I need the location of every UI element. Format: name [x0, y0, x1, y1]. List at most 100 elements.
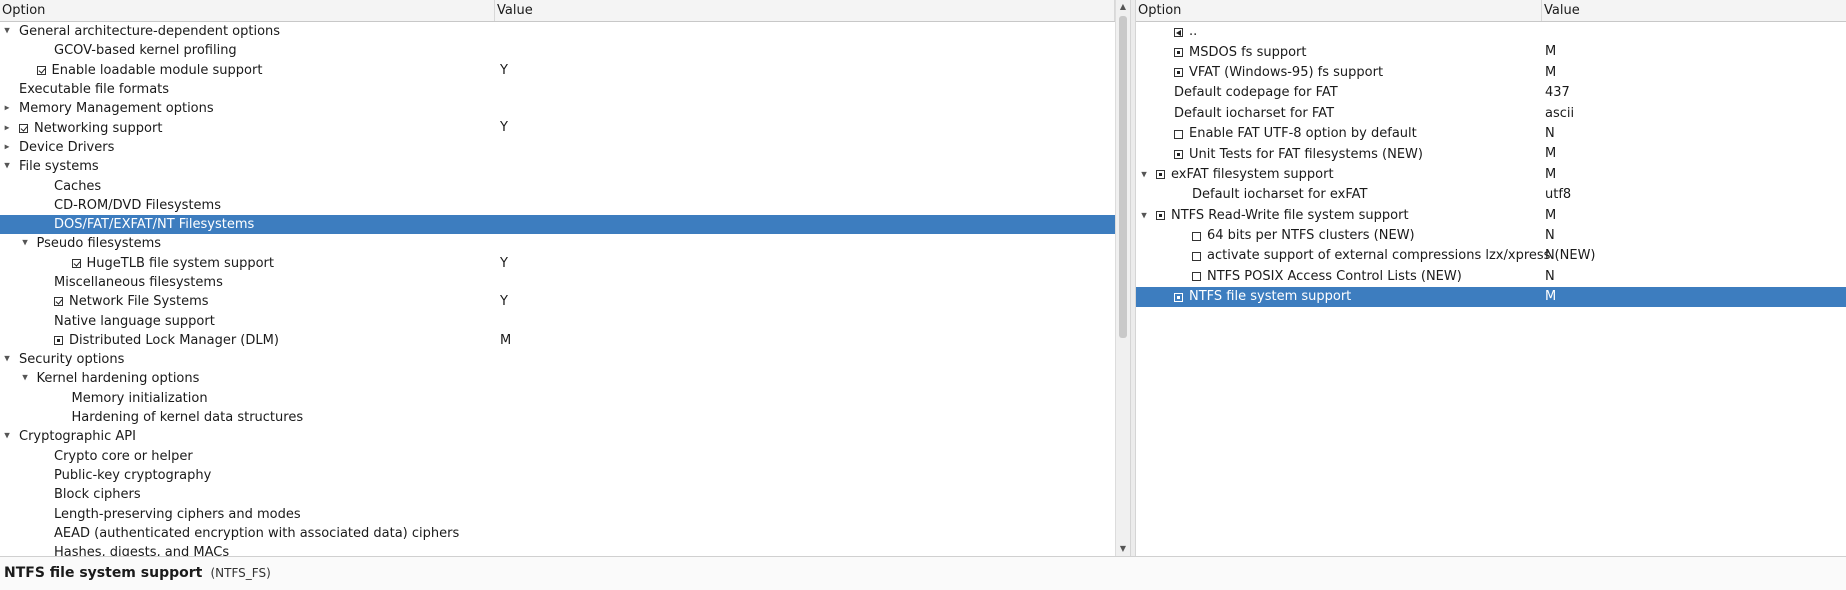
module-tristate-icon[interactable]	[1174, 48, 1183, 58]
checkbox-empty-icon[interactable]	[1192, 272, 1201, 282]
tree-row[interactable]: ▼ Security options	[0, 350, 1115, 369]
value-cell[interactable]: M	[1545, 206, 1556, 226]
module-tristate-icon[interactable]	[54, 335, 63, 345]
list-row[interactable]: ..	[1136, 22, 1846, 42]
checkbox-empty-icon[interactable]	[1192, 251, 1201, 261]
tree-row[interactable]: Caches	[0, 176, 1115, 195]
module-tristate-icon[interactable]	[1156, 170, 1165, 180]
value-cell[interactable]: M	[1545, 63, 1556, 83]
tree-row[interactable]: ▶ Device Drivers	[0, 138, 1115, 157]
value-cell[interactable]: utf8	[1545, 185, 1571, 205]
tree-row[interactable]: Hardening of kernel data structures	[0, 408, 1115, 427]
value-cell[interactable]: N	[1545, 226, 1555, 246]
value-cell[interactable]: M	[1545, 287, 1556, 307]
value-cell[interactable]: 437	[1545, 83, 1570, 103]
tree-row[interactable]: CD-ROM/DVD Filesystems	[0, 196, 1115, 215]
list-row[interactable]: 64 bits per NTFS clusters (NEW) N	[1136, 226, 1846, 246]
collapse-arrow-icon[interactable]: ▶	[3, 141, 11, 154]
list-row[interactable]: Enable FAT UTF-8 option by default N	[1136, 124, 1846, 144]
value-cell[interactable]: Y	[500, 292, 508, 311]
expand-arrow-icon[interactable]: ▼	[2, 159, 12, 174]
value-cell[interactable]: Y	[500, 61, 508, 80]
list-row[interactable]: ▼ exFAT filesystem support M	[1136, 165, 1846, 185]
tree-row[interactable]: Memory initialization	[0, 389, 1115, 408]
option-column-header[interactable]: Option	[0, 0, 495, 21]
expand-arrow-icon[interactable]: ▼	[1139, 208, 1149, 224]
tree-row[interactable]: Block ciphers	[0, 485, 1115, 504]
expand-arrow-icon[interactable]: ▼	[20, 236, 30, 251]
option-column-header[interactable]: Option	[1136, 0, 1542, 21]
checkbox-checked-icon[interactable]	[19, 123, 28, 133]
value-cell[interactable]: M	[1545, 42, 1556, 62]
list-row[interactable]: ▼ NTFS Read-Write file system support M	[1136, 206, 1846, 226]
value-cell[interactable]: M	[1545, 165, 1556, 185]
value-cell[interactable]: M	[1545, 144, 1556, 164]
tree-row[interactable]: ▼ Cryptographic API	[0, 427, 1115, 446]
expand-arrow-icon[interactable]: ▼	[1139, 167, 1149, 183]
value-cell[interactable]: N	[1545, 267, 1555, 287]
expand-arrow-icon[interactable]: ▼	[2, 24, 12, 39]
value-cell[interactable]: N	[1545, 124, 1555, 144]
tree-row[interactable]: ▼ General architecture-dependent options	[0, 22, 1115, 41]
value-cell[interactable]: Y	[500, 118, 508, 137]
tree-row[interactable]: ▼ Kernel hardening options	[0, 369, 1115, 388]
tree-row[interactable]: Public-key cryptography	[0, 466, 1115, 485]
list-row[interactable]: Default codepage for FAT 437	[1136, 83, 1846, 103]
collapse-arrow-icon[interactable]: ▶	[3, 121, 11, 134]
list-row[interactable]: Default iocharset for FAT ascii	[1136, 104, 1846, 124]
value-cell[interactable]: Y	[500, 254, 508, 273]
value-cell[interactable]: ascii	[1545, 104, 1574, 124]
tree-row[interactable]: Distributed Lock Manager (DLM) M	[0, 331, 1115, 350]
tree-row[interactable]: Native language support	[0, 311, 1115, 330]
module-tristate-icon[interactable]	[1174, 150, 1183, 160]
checkbox-checked-icon[interactable]	[71, 258, 81, 268]
tree-row[interactable]: Length-preserving ciphers and modes	[0, 504, 1115, 523]
tree-row[interactable]: GCOV-based kernel profiling	[0, 41, 1115, 60]
option-label: DOS/FAT/EXFAT/NT Filesystems	[54, 217, 255, 233]
list-row[interactable]: activate support of external compression…	[1136, 246, 1846, 266]
checkbox-empty-icon[interactable]	[1192, 231, 1201, 241]
value-cell[interactable]: N	[1545, 246, 1555, 266]
scroll-down-icon[interactable]: ▼	[1116, 542, 1130, 556]
list-row[interactable]: VFAT (Windows-95) fs support M	[1136, 63, 1846, 83]
list-row[interactable]: NTFS POSIX Access Control Lists (NEW) N	[1136, 267, 1846, 287]
tree-row[interactable]: Network File Systems Y	[0, 292, 1115, 311]
module-tristate-icon[interactable]	[1156, 211, 1165, 221]
tree-row[interactable]: AEAD (authenticated encryption with asso…	[0, 524, 1115, 543]
back-icon[interactable]	[1174, 27, 1183, 37]
tree-row[interactable]: Crypto core or helper	[0, 447, 1115, 466]
checkbox-checked-icon[interactable]	[36, 65, 46, 75]
value-cell[interactable]: M	[500, 331, 511, 350]
list-row[interactable]: Unit Tests for FAT filesystems (NEW) M	[1136, 144, 1846, 164]
option-label: AEAD (authenticated encryption with asso…	[54, 525, 460, 541]
collapse-arrow-icon[interactable]: ▶	[3, 102, 11, 115]
expand-arrow-icon[interactable]: ▼	[2, 429, 12, 444]
tree-row[interactable]: Executable file formats	[0, 80, 1115, 99]
scrollbar-thumb[interactable]	[1119, 16, 1127, 338]
list-row[interactable]: MSDOS fs support M	[1136, 42, 1846, 62]
checkbox-checked-icon[interactable]	[54, 297, 63, 307]
checkbox-empty-icon[interactable]	[1174, 129, 1183, 139]
tree-row[interactable]: Miscellaneous filesystems	[0, 273, 1115, 292]
tree-row[interactable]: ▼ Pseudo filesystems	[0, 234, 1115, 253]
help-status-bar: NTFS file system support (NTFS_FS)	[0, 556, 1846, 590]
value-column-header[interactable]: Value	[1542, 0, 1846, 21]
module-tristate-icon[interactable]	[1174, 68, 1183, 78]
tree-row[interactable]: DOS/FAT/EXFAT/NT Filesystems	[0, 214, 1115, 235]
tree-row[interactable]: Hashes, digests, and MACs	[0, 543, 1115, 556]
tree-row[interactable]: ▼ File systems	[0, 157, 1115, 176]
tree-scrollbar[interactable]: ▲ ▼	[1115, 0, 1130, 556]
tree-row[interactable]: Enable loadable module support Y	[0, 61, 1115, 80]
expand-arrow-icon[interactable]: ▼	[2, 352, 12, 367]
value-column-header[interactable]: Value	[495, 0, 1115, 21]
tree-row[interactable]: ▶ Networking support Y	[0, 118, 1115, 137]
expand-arrow-icon[interactable]: ▼	[20, 371, 30, 386]
list-row[interactable]: NTFS file system support M	[1136, 287, 1846, 308]
module-tristate-icon[interactable]	[1174, 292, 1183, 302]
scroll-up-icon[interactable]: ▲	[1116, 0, 1130, 14]
option-label: Block ciphers	[54, 487, 141, 503]
option-cell: NTFS file system support	[1136, 287, 1351, 307]
list-row[interactable]: Default iocharset for exFAT utf8	[1136, 185, 1846, 205]
tree-row[interactable]: ▶ Memory Management options	[0, 99, 1115, 118]
tree-row[interactable]: HugeTLB file system support Y	[0, 254, 1115, 273]
